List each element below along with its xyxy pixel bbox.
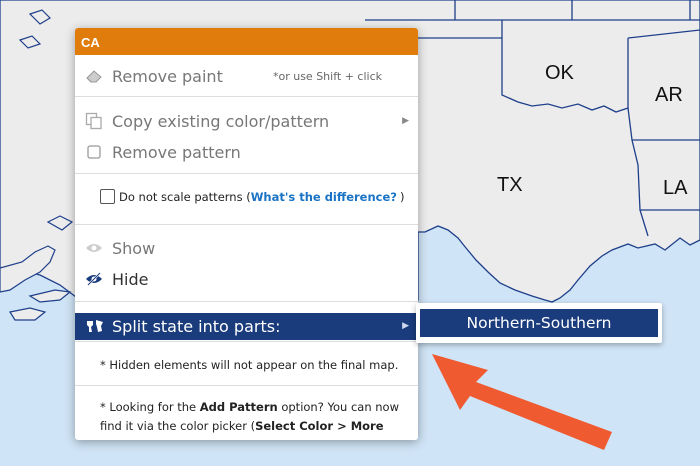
remove-pattern-item[interactable]: Remove pattern (75, 140, 418, 164)
do-not-scale-label: Do not scale patterns ( (119, 189, 251, 204)
hide-item[interactable]: Hide (75, 267, 418, 291)
hidden-elements-note: * Hidden elements will not appear on the… (100, 358, 399, 372)
whats-the-difference-link[interactable]: What's the difference? (251, 190, 397, 204)
menu-divider (75, 96, 418, 97)
state-label-tx: TX (497, 174, 523, 196)
remove-paint-hint: *or use Shift + click (272, 69, 382, 83)
menu-divider (75, 173, 418, 174)
copy-existing-label: Copy existing color/pattern (112, 111, 330, 131)
show-item[interactable]: Show (75, 236, 418, 260)
state-context-menu: CA Remove paint *or use Shift + click Co… (75, 28, 418, 440)
eraser-icon (85, 67, 103, 85)
northern-southern-option[interactable]: Northern-Southern (420, 309, 658, 337)
state-label-ok: OK (545, 62, 574, 84)
remove-paint-item[interactable]: Remove paint *or use Shift + click (75, 64, 418, 88)
remove-pattern-label: Remove pattern (112, 142, 241, 162)
eye-icon (85, 239, 103, 257)
add-pattern-note: * Looking for the Add Pattern option? Yo… (100, 398, 405, 440)
show-label: Show (112, 238, 156, 258)
do-not-scale-suffix: ) (399, 189, 405, 204)
state-label-la: LA (663, 177, 688, 199)
note-text: ). (156, 438, 164, 440)
square-icon (85, 143, 103, 161)
split-state-label: Split state into parts: (112, 317, 281, 336)
note-text: * Looking for the (100, 400, 200, 414)
note-bold-add-pattern: Add Pattern (199, 400, 278, 414)
menu-divider (75, 341, 418, 342)
remove-paint-label: Remove paint (112, 66, 223, 86)
menu-divider (75, 385, 418, 386)
split-state-item[interactable]: Split state into parts: ▶ (75, 313, 418, 340)
copy-icon (85, 112, 103, 130)
state-label-ar: AR (655, 84, 683, 106)
annotation-arrow (432, 354, 612, 450)
menu-title: CA (75, 28, 418, 55)
split-state-icon (86, 318, 104, 338)
split-submenu: Northern-Southern (416, 303, 662, 343)
copy-existing-item[interactable]: Copy existing color/pattern ▶ (75, 109, 418, 133)
hide-label: Hide (112, 269, 149, 289)
do-not-scale-checkbox[interactable] (100, 189, 115, 204)
eye-slash-icon (85, 270, 103, 288)
menu-divider (75, 301, 418, 302)
menu-divider (75, 224, 418, 225)
chevron-right-icon: ▶ (402, 321, 409, 331)
chevron-right-icon: ▶ (402, 116, 409, 126)
do-not-scale-option[interactable]: Do not scale patterns ( What's the diffe… (100, 189, 404, 204)
